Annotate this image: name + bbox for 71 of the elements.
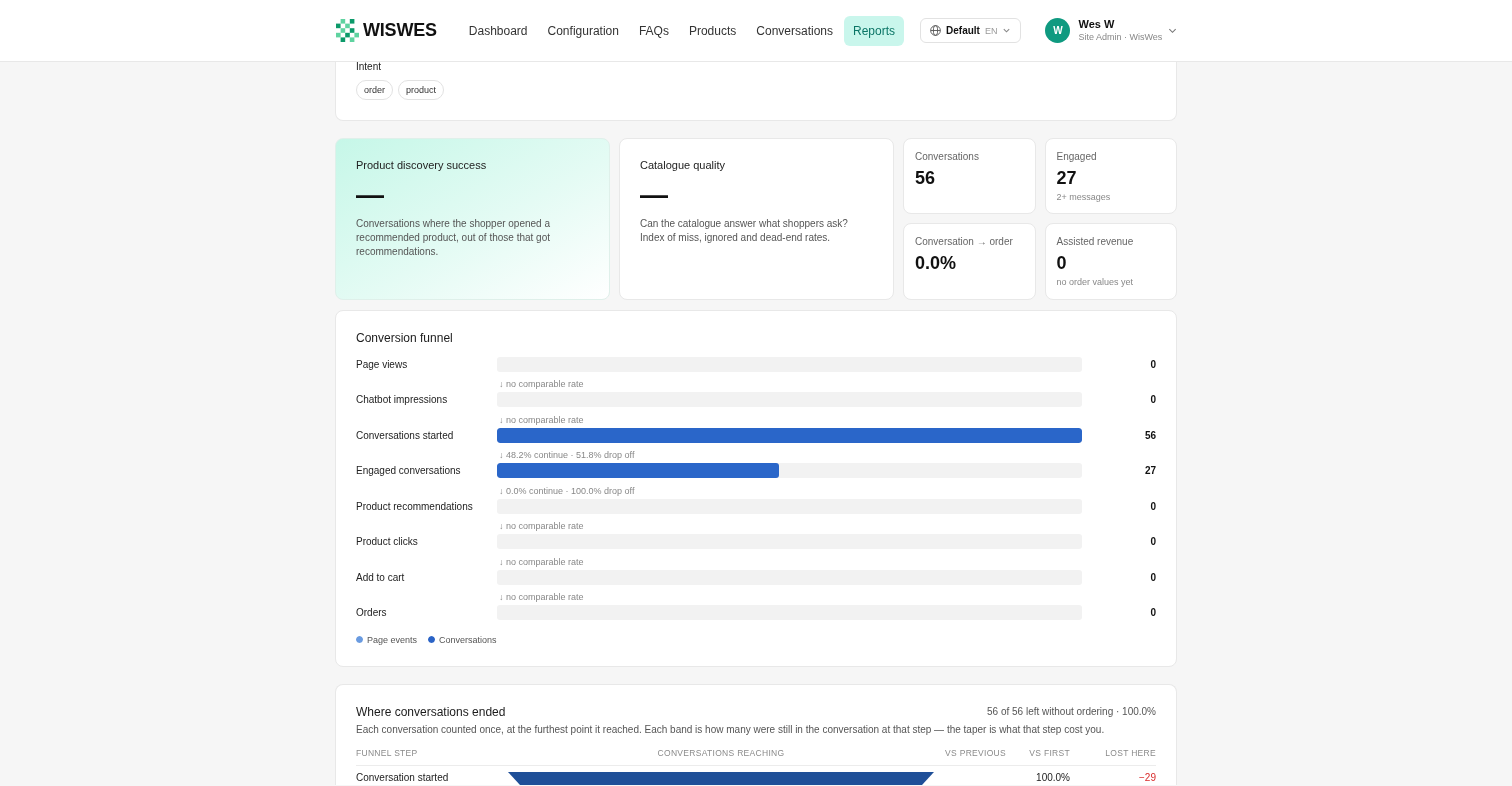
funnel-step-label: Engaged conversations <box>356 465 462 476</box>
section-description: Each conversation counted once, at the furthest point it reached. Each band is how many were still in the conversation at that step — the taper is what that step cost you. <box>356 722 1106 736</box>
stat-value: 56 <box>915 167 937 189</box>
metric-value: — <box>640 181 669 209</box>
stat-note: 2+ messages <box>1056 191 1112 203</box>
intent-chip[interactable]: product <box>398 80 445 100</box>
nav-tab[interactable]: FAQs <box>629 15 678 46</box>
column-header: VS PREVIOUS <box>944 746 1006 759</box>
stat-value: 0.0% <box>915 252 958 274</box>
section-title: Where conversations ended <box>356 703 506 720</box>
globe-icon <box>930 25 942 36</box>
funnel-step-count: 27 <box>1143 465 1156 476</box>
step-rate-text: ↓ no comparable rate <box>499 555 585 568</box>
stat-label: Assisted revenue <box>1056 236 1135 248</box>
step-rate-text: ↓ no comparable rate <box>499 591 585 603</box>
funnel-step-label: Conversations started <box>356 429 455 441</box>
step-rate-text: ↓ 48.2% continue · 51.8% drop off <box>499 449 636 461</box>
chevron-down-icon[interactable] <box>1168 26 1177 35</box>
funnel-step-count: 0 <box>1149 536 1156 547</box>
section-title: Conversion funnel <box>356 330 454 346</box>
funnel-step-count: 0 <box>1149 394 1156 405</box>
funnel-step-count: 0 <box>1149 500 1156 512</box>
funnel-step-count: 0 <box>1149 358 1156 370</box>
workspace-selector[interactable]: Default EN <box>920 18 1022 43</box>
stat-label: Conversation → order <box>915 236 1014 248</box>
metric-value: — <box>356 181 385 209</box>
funnel-step-label: Page views <box>356 358 409 370</box>
step-rate-text: ↓ no comparable rate <box>499 520 585 532</box>
checkered-logo-icon <box>336 19 359 42</box>
column-header: CONVERSATIONS REACHING <box>656 746 786 759</box>
column-header: VS FIRST <box>1028 746 1070 759</box>
card-description: Conversations where the shopper opened a recommended product, out of those that got recommendations. <box>356 217 552 259</box>
nav-tab[interactable]: Configuration <box>538 15 628 46</box>
funnel-step-label: Orders <box>356 607 388 618</box>
stat-value: 0 <box>1056 252 1068 274</box>
stat-note: no order values yet <box>1056 276 1135 288</box>
summary-text: 56 of 56 left without ordering · 100.0% <box>987 706 1156 717</box>
table-cell-text: −29 <box>1138 771 1156 784</box>
stat-label: Conversations <box>915 151 980 163</box>
funnel-step-label: Product clicks <box>356 536 419 547</box>
intent-chip[interactable]: order <box>356 80 393 100</box>
funnel-step-label: Product recommendations <box>356 500 474 512</box>
step-rate-text: ↓ no comparable rate <box>499 378 585 390</box>
card-description: Can the catalogue answer what shoppers ask? Index of miss, ignored and dead-end rates. <box>640 217 849 245</box>
nav-tab[interactable]: Conversations <box>747 15 842 46</box>
nav-tab[interactable]: Dashboard <box>459 15 537 46</box>
user-avatar[interactable]: W <box>1045 18 1071 43</box>
user-role: Site Admin · WisWes <box>1078 31 1163 43</box>
card-title: Catalogue quality <box>640 159 726 172</box>
nav-tab[interactable]: Products <box>679 15 746 46</box>
user-name: Wes W <box>1078 18 1115 31</box>
legend-label: Page events <box>367 633 418 646</box>
filter-label: Intent <box>356 62 382 72</box>
funnel-step-count: 0 <box>1149 607 1156 618</box>
funnel-step-label: Add to cart <box>356 571 406 583</box>
stat-value: 27 <box>1056 167 1078 189</box>
funnel-step-count: 0 <box>1149 571 1156 583</box>
column-header: LOST HERE <box>1104 746 1156 759</box>
nav-tab[interactable]: Reports <box>844 15 905 46</box>
table-cell-text: Conversation started <box>356 771 450 784</box>
step-rate-text: ↓ no comparable rate <box>499 413 585 426</box>
column-header: FUNNEL STEP <box>356 746 419 759</box>
funnel-step-count: 56 <box>1143 429 1156 441</box>
card-title: Product discovery success <box>356 159 488 172</box>
legend-label: Conversations <box>439 633 497 646</box>
chevron-down-icon <box>1002 26 1012 35</box>
step-rate-text: ↓ 0.0% continue · 100.0% drop off <box>499 484 636 497</box>
table-cell-text: 100.0% <box>1035 771 1070 784</box>
brand-name: WISWES <box>363 20 437 41</box>
stat-label: Engaged <box>1056 151 1098 163</box>
funnel-step-label: Chatbot impressions <box>356 394 449 405</box>
